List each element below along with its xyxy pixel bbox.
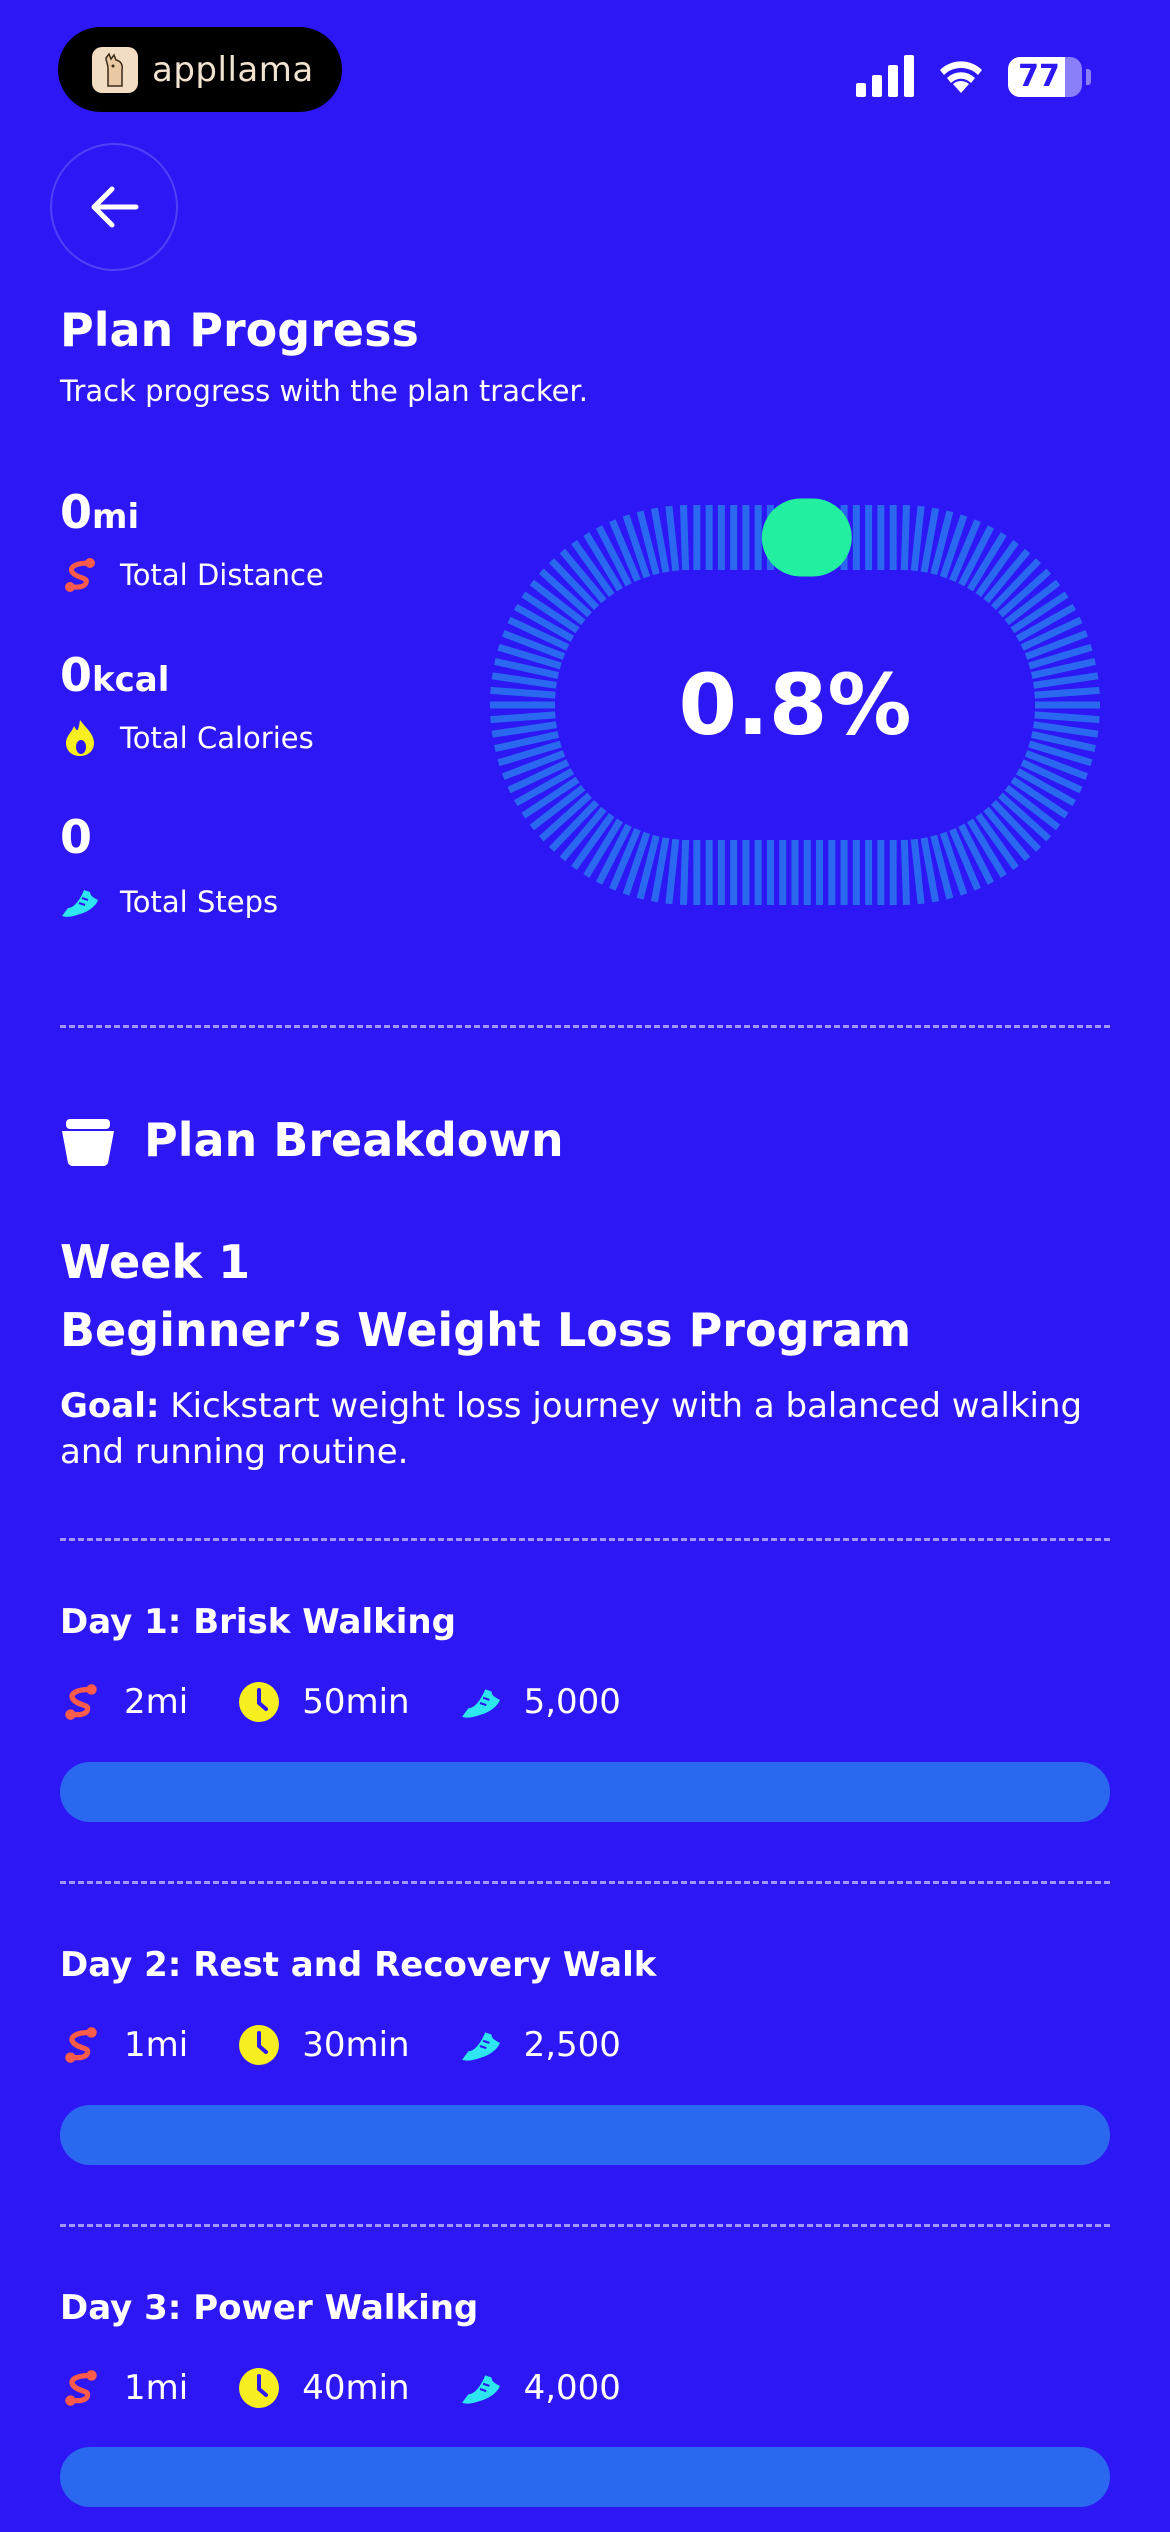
day-1-metrics: 2mi 50min 5,000 bbox=[60, 1677, 671, 1727]
section-divider bbox=[60, 1881, 1110, 1884]
section-divider bbox=[60, 2224, 1110, 2227]
clock-icon bbox=[239, 1682, 280, 1722]
basket-icon bbox=[62, 1119, 114, 1166]
day-2-title: Day 2: Rest and Recovery Walk bbox=[60, 1945, 657, 1985]
distance-unit: mi bbox=[92, 497, 140, 537]
distance-number: 0 bbox=[60, 485, 93, 539]
calories-number: 0 bbox=[60, 648, 93, 702]
wifi-icon bbox=[940, 61, 982, 93]
page-title: Plan Progress bbox=[60, 303, 419, 357]
progress-percent: 0.8% bbox=[678, 656, 912, 754]
brand-name: appllama bbox=[152, 49, 314, 90]
total-calories-value: 0kcal bbox=[60, 648, 169, 702]
goal-description: Kickstart weight loss journey with a bal… bbox=[60, 1386, 1083, 1472]
day-3-title: Day 3: Power Walking bbox=[60, 2288, 479, 2328]
day-3-steps: 4,000 bbox=[460, 2367, 621, 2409]
day-1-progress-bar bbox=[60, 1762, 1110, 1822]
total-steps-value: 0 bbox=[60, 810, 92, 864]
program-title: Beginner’s Weight Loss Program bbox=[60, 1303, 912, 1357]
distance-value: 2mi bbox=[124, 1682, 189, 1722]
day-3-distance: 1mi bbox=[60, 2367, 188, 2409]
flame-icon bbox=[66, 720, 94, 756]
week-label: Week 1 bbox=[60, 1235, 251, 1289]
plan-breakdown-title: Plan Breakdown bbox=[144, 1113, 564, 1167]
clock-icon bbox=[239, 2368, 280, 2408]
day-2-metrics: 1mi 30min 2,500 bbox=[60, 2020, 671, 2070]
steps-number: 0 bbox=[60, 810, 93, 864]
battery-percent: 77 bbox=[1018, 59, 1060, 94]
day-1-distance: 2mi bbox=[60, 1681, 188, 1723]
llama-logo-icon bbox=[92, 46, 138, 93]
day-2-progress-bar bbox=[60, 2105, 1110, 2165]
route-icon bbox=[65, 2027, 97, 2063]
duration-value: 50min bbox=[302, 1682, 410, 1722]
section-divider bbox=[60, 1538, 1110, 1541]
duration-value: 40min bbox=[302, 2368, 410, 2408]
day-3-progress-bar bbox=[60, 2447, 1110, 2507]
route-icon bbox=[65, 558, 95, 592]
brand-pill: appllama bbox=[58, 27, 342, 112]
day-3-duration: 40min bbox=[238, 2367, 410, 2409]
plan-progress-ring: 0.8% bbox=[485, 495, 1105, 915]
total-calories-label-row: Total Calories bbox=[60, 716, 314, 760]
clock-icon bbox=[239, 2025, 280, 2065]
route-icon bbox=[65, 2370, 97, 2406]
section-divider bbox=[60, 1025, 1110, 1028]
duration-value: 30min bbox=[302, 2025, 410, 2065]
day-2-duration: 30min bbox=[238, 2024, 410, 2066]
route-icon bbox=[65, 1684, 97, 1720]
calories-unit: kcal bbox=[92, 660, 170, 700]
day-2-distance: 1mi bbox=[60, 2024, 188, 2066]
plan-progress-screen: appllama 77 Plan Progress Track progress… bbox=[0, 0, 1170, 2532]
day-1-duration: 50min bbox=[238, 1681, 410, 1723]
page-subtitle: Track progress with the plan tracker. bbox=[60, 374, 588, 408]
distance-value: 1mi bbox=[124, 2368, 189, 2408]
goal-text: Goal: Kickstart weight loss journey with… bbox=[60, 1383, 1120, 1475]
day-3-metrics: 1mi 40min 4,000 bbox=[60, 2363, 671, 2413]
status-bar: appllama 77 bbox=[0, 0, 1170, 140]
total-steps-label-row: Total Steps bbox=[60, 880, 278, 924]
total-distance-value: 0mi bbox=[60, 485, 139, 539]
total-steps-label: Total Steps bbox=[120, 885, 279, 919]
steps-value: 4,000 bbox=[523, 2368, 621, 2408]
total-distance-label-row: Total Distance bbox=[60, 553, 324, 597]
battery-indicator: 77 bbox=[1008, 57, 1082, 97]
shoe-icon bbox=[461, 2375, 500, 2404]
shoe-icon bbox=[461, 1689, 500, 1718]
battery-cap bbox=[1086, 69, 1091, 85]
distance-value: 1mi bbox=[124, 2025, 189, 2065]
goal-label: Goal: bbox=[60, 1386, 160, 1426]
total-calories-label: Total Calories bbox=[120, 721, 314, 755]
arrow-left-icon bbox=[91, 186, 139, 228]
shoe-icon bbox=[62, 890, 98, 917]
steps-value: 5,000 bbox=[523, 1682, 621, 1722]
back-button[interactable] bbox=[50, 143, 178, 271]
day-2-steps: 2,500 bbox=[460, 2024, 621, 2066]
shoe-icon bbox=[461, 2032, 500, 2061]
cellular-signal-icon bbox=[856, 55, 914, 97]
day-1-steps: 5,000 bbox=[460, 1681, 621, 1723]
day-1-title: Day 1: Brisk Walking bbox=[60, 1602, 456, 1642]
total-distance-label: Total Distance bbox=[120, 558, 324, 592]
steps-value: 2,500 bbox=[523, 2025, 621, 2065]
